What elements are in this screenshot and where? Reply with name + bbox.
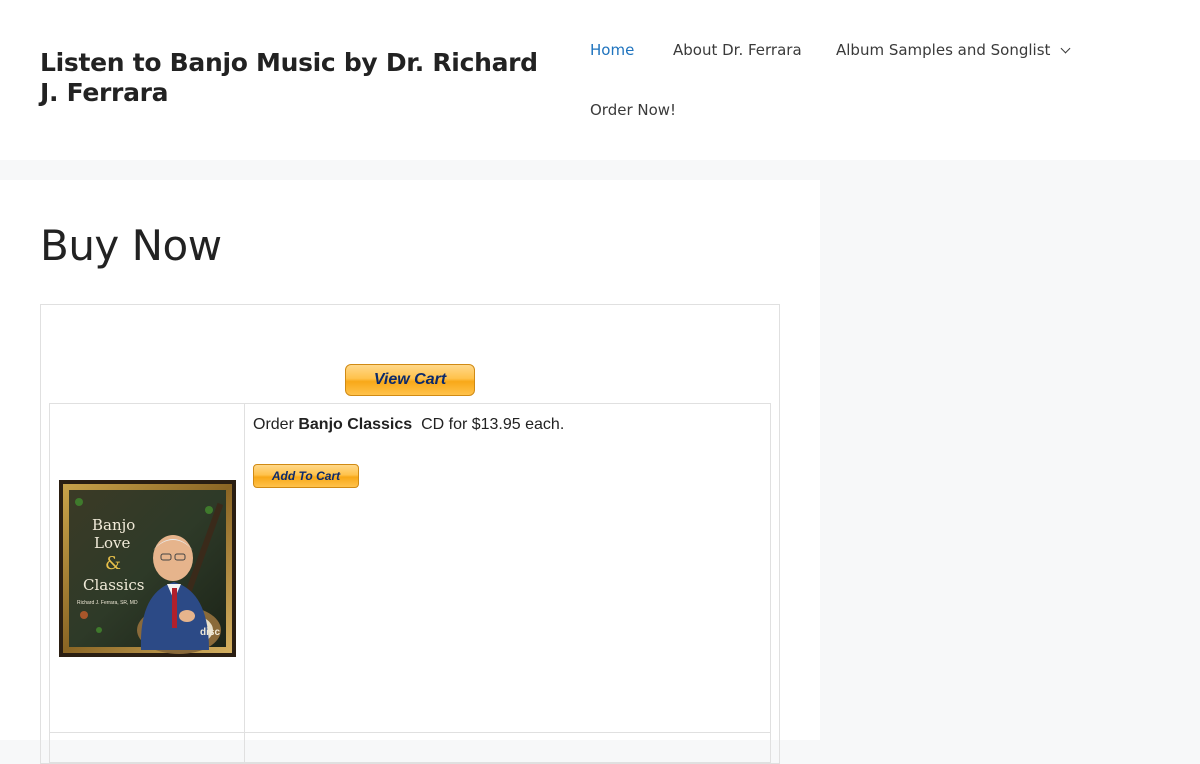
view-cart-button[interactable]: View Cart — [345, 364, 475, 396]
right-sidebar — [820, 180, 1200, 740]
cover-disc-badge: disc — [200, 627, 220, 638]
album-cover-art: Banjo Love & Classics Richard J. Ferrara… — [59, 480, 236, 657]
page-title: Buy Now — [40, 221, 222, 270]
album-cover-image: Banjo Love & Classics Richard J. Ferrara… — [59, 480, 236, 657]
chevron-down-icon[interactable] — [1060, 43, 1071, 54]
nav-item-album-samples[interactable]: Album Samples and Songlist — [836, 40, 1071, 60]
nav-item-album-samples-label: Album Samples and Songlist — [836, 41, 1051, 59]
site-header: Listen to Banjo Music by Dr. Richard J. … — [0, 0, 1200, 160]
order-suffix: CD for $13.95 each. — [412, 416, 565, 433]
site-title-link[interactable]: Listen to Banjo Music by Dr. Richard J. … — [40, 48, 560, 108]
product-name: Banjo Classics — [298, 416, 413, 433]
main-content: Buy Now View Cart Banjo Love & Classics … — [0, 180, 820, 764]
product-order-text: Order Banjo Classics CD for $13.95 each. — [253, 414, 564, 436]
nav-item-about[interactable]: About Dr. Ferrara — [673, 40, 802, 60]
product-table: Banjo Love & Classics Richard J. Ferrara… — [49, 403, 771, 764]
nav-item-order-now[interactable]: Order Now! — [590, 100, 676, 120]
cover-title-line1: Banjo — [92, 516, 135, 534]
cover-artist: Richard J. Ferrara, SR, MD — [77, 600, 138, 606]
table-column-divider — [244, 404, 245, 764]
cart-container: View Cart Banjo Love & Classics Richard … — [40, 304, 780, 764]
order-prefix: Order — [253, 416, 299, 433]
cover-title-line3: & — [105, 553, 121, 574]
nav-item-home[interactable]: Home — [590, 40, 634, 60]
add-to-cart-button[interactable]: Add To Cart — [253, 464, 359, 488]
table-row-divider — [50, 732, 770, 733]
cover-title-line2: Love — [94, 534, 130, 552]
cover-title-line4: Classics — [83, 576, 145, 594]
